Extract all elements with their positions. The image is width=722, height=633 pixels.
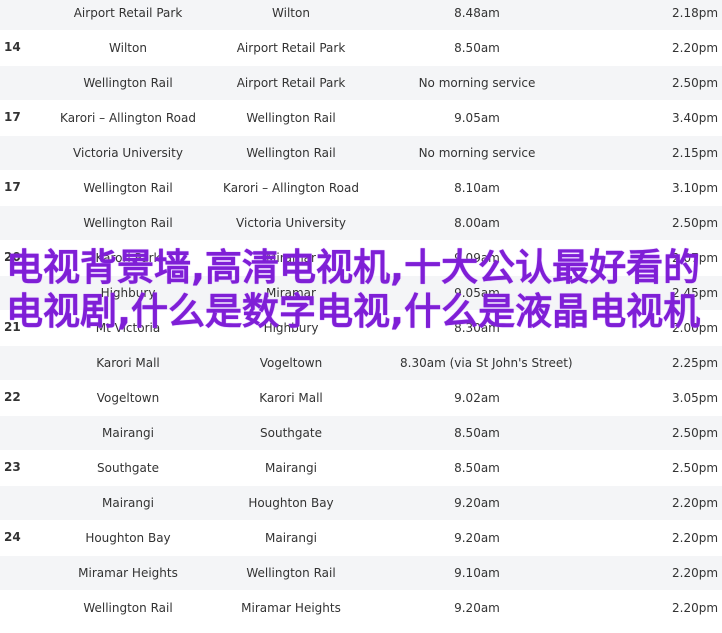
route-number: 24: [4, 530, 21, 544]
depart-time: 8.50am: [454, 461, 500, 475]
depart-time: 8.10am: [454, 181, 500, 195]
return-time: 2.50pm: [672, 426, 719, 440]
route-to: Wellington Rail: [246, 566, 336, 580]
route-to: Vogeltown: [259, 356, 323, 370]
return-time: 3.10pm: [672, 181, 719, 195]
table-row: Southgate Mairangi 8.50am 2.50pm: [0, 451, 722, 486]
route-to: Wellington Rail: [246, 146, 336, 160]
route-to: Mairangi: [265, 461, 317, 475]
route-to: Mairangi: [265, 531, 317, 545]
table-row: Karori Mall Vogeltown 8.30am (via St John'…: [0, 346, 722, 381]
table-row: Mairangi Houghton Bay 9.20am 2.20pm: [0, 486, 722, 521]
return-time: 2.50pm: [672, 76, 719, 90]
route-to: Karori Mall: [259, 391, 323, 405]
route-to: Wilton: [272, 6, 310, 20]
table-row: Mairangi Southgate 8.50am 2.50pm: [0, 416, 722, 451]
table-row: Airport Retail Park Wilton 8.48am 2.18pm: [0, 0, 722, 31]
depart-time: 9.20am: [454, 601, 500, 615]
table-row: Miramar Heights Wellington Rail 9.10am 2.20…: [0, 556, 722, 591]
return-time: 2.18pm: [672, 6, 719, 20]
return-time: 3.05pm: [672, 391, 719, 405]
table-row: Victoria University Wellington Rail No mor…: [0, 136, 722, 171]
depart-time: 9.10am: [454, 566, 500, 580]
return-time: 2.20pm: [672, 496, 719, 510]
depart-time: 8.48am: [454, 6, 500, 20]
depart-time: 8.30am (via St John's Street): [400, 356, 573, 370]
depart-time: 9.20am: [454, 531, 500, 545]
table-row: Vogeltown Karori Mall 9.02am 3.05pm: [0, 381, 722, 416]
route-number: 14: [4, 40, 21, 54]
return-time: 2.20pm: [672, 41, 719, 55]
return-time: 2.15pm: [672, 146, 719, 160]
depart-time: 8.50am: [454, 41, 500, 55]
return-time: 2.20pm: [672, 531, 719, 545]
table-row: Wellington Rail Miramar Heights 9.20am 2.20…: [0, 591, 722, 626]
route-to: Victoria University: [236, 216, 346, 230]
route-number: 22: [4, 390, 21, 404]
table-row: Wellington Rail Victoria University 8.00am…: [0, 206, 722, 241]
route-number: 17: [4, 180, 21, 194]
table-row: Wilton Airport Retail Park 8.50am 2.20pm: [0, 31, 722, 66]
depart-time: 8.50am: [454, 426, 500, 440]
return-time: 2.20pm: [672, 601, 719, 615]
return-time: 2.50pm: [672, 461, 719, 475]
route-to: Wellington Rail: [246, 111, 336, 125]
route-to: Miramar Heights: [241, 601, 341, 615]
table-row: Houghton Bay Mairangi 9.20am 2.20pm: [0, 521, 722, 556]
route-to: Airport Retail Park: [236, 41, 346, 55]
return-time: 2.20pm: [672, 566, 719, 580]
table-row: Karori – Allington Road Wellington Rail 9.…: [0, 101, 722, 136]
route-to: Houghton Bay: [248, 496, 334, 510]
route-to: Karori – Allington Road: [223, 181, 359, 195]
table-row: Wellington Rail Karori – Allington Road 8.…: [0, 171, 722, 206]
return-time: 3.40pm: [672, 111, 719, 125]
depart-time: 8.00am: [454, 216, 500, 230]
return-time: 2.25pm: [672, 356, 719, 370]
route-to: Airport Retail Park: [236, 76, 346, 90]
depart-time: No morning service: [418, 146, 536, 160]
depart-time: 9.02am: [454, 391, 500, 405]
depart-time: 9.20am: [454, 496, 500, 510]
route-number: 17: [4, 110, 21, 124]
return-time: 2.50pm: [672, 216, 719, 230]
depart-time: 9.05am: [454, 111, 500, 125]
depart-time: No morning service: [418, 76, 536, 90]
overlay-banner-text: 电视背景墙,高清电视机,十大公认最好看的电视剧,什么是数字电视,什么是液晶电视机: [6, 246, 701, 333]
table-row: Wellington Rail Airport Retail Park No mor…: [0, 66, 722, 101]
route-number: 23: [4, 460, 21, 474]
route-to: Southgate: [260, 426, 322, 440]
